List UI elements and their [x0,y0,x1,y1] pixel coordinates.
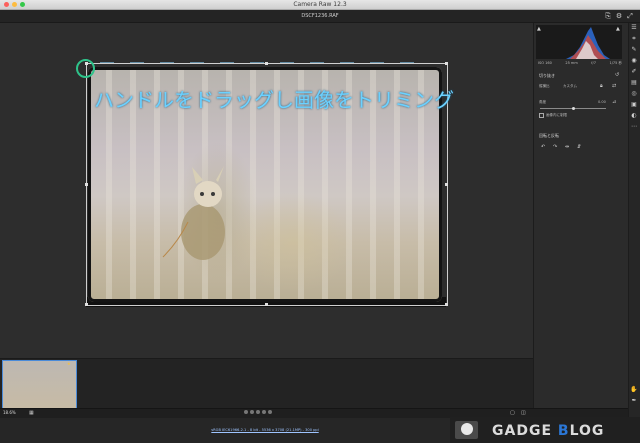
lock-icon[interactable]: 🔒︎ [600,83,603,89]
reset-crop-icon[interactable]: ↺ [615,72,619,78]
rating-star-icon: ★ [67,361,71,366]
meta-focal: 25 mm [565,61,578,65]
straighten-icon[interactable]: ⊿ [612,99,616,105]
filmstrip [0,358,533,409]
histogram [536,25,622,59]
rotate-panel-title: 回転と反転 [539,133,559,138]
crop-handle-right[interactable] [445,183,448,186]
angle-label: 角度 [539,100,546,104]
meta-aperture: f/7 [591,61,596,65]
watermark-text-end: LOG [569,423,605,439]
handle-highlight-circle [76,59,95,78]
rotate-right-icon[interactable]: ↷ [553,144,557,150]
flip-horizontal-icon[interactable]: ⇹ [565,144,569,150]
watermark-logo-dot [461,423,473,435]
compare-view-icon[interactable]: ◫ [521,410,526,416]
spot-removal-icon[interactable]: ✎ [630,46,638,54]
crop-tool-icon[interactable]: ⌗ [630,35,638,43]
crop-handle-bottom-left[interactable] [85,303,88,306]
right-panel [533,23,629,408]
watermark-text: GADGE BLOG [492,422,604,440]
crop-handle-bottom[interactable] [265,303,268,306]
aspect-select[interactable]: カスタム [563,84,577,89]
filmstrip-thumbnail[interactable] [2,360,77,409]
crop-handle-top-right[interactable] [445,62,448,65]
window-titlebar: Camera Raw 12.3 [0,0,640,10]
open-in-icon[interactable]: ⎘ [604,12,612,20]
shadow-clipping-icon[interactable]: ▲ [537,26,541,32]
filmstrip-toggle-icon[interactable]: ▦ [29,410,34,416]
rating-dot[interactable] [262,410,266,414]
settings-gear-icon[interactable]: ⚙ [615,12,623,20]
annotation-text: ハンドルをドラッグし画像をトリミング [94,88,454,112]
highlight-clipping-icon[interactable]: ▲ [616,26,620,32]
presets-icon[interactable]: ◐ [630,112,638,120]
crop-guide-line [100,62,430,63]
meta-iso: ISO 160 [538,61,552,65]
angle-value[interactable]: 0.00 [598,100,606,104]
rating-dot[interactable] [244,410,248,414]
sampler-icon[interactable]: ✒ [630,397,638,405]
adjustment-brush-icon[interactable]: ✐ [630,68,638,76]
aspect-label: 縦横比 [539,84,550,88]
hand-tool-icon[interactable]: ✋ [630,386,638,394]
snapshots-icon[interactable]: ▣ [630,101,638,109]
watermark-text-main: GADGE [492,423,558,439]
rating-dot[interactable] [250,410,254,414]
crop-panel-title: 切り抜き [539,73,555,78]
rotate-left-icon[interactable]: ↶ [541,144,545,150]
single-view-icon[interactable]: ▢ [510,410,515,416]
rating-dots[interactable] [244,410,272,414]
constrain-checkbox[interactable] [539,113,544,118]
top-toolbar: DSCF1236.RAF ⎘ ⚙ ⤢ [0,10,640,23]
flip-vertical-icon[interactable]: ⇵ [577,144,581,150]
watermark-text-accent: B [557,423,570,439]
graduated-filter-icon[interactable]: ▤ [630,79,638,87]
radial-filter-icon[interactable]: ◎ [630,90,638,98]
crop-handle-left[interactable] [85,183,88,186]
window-title: Camera Raw 12.3 [293,1,347,8]
rating-dot[interactable] [256,410,260,414]
swap-orientation-icon[interactable]: ⇄ [612,83,616,89]
zoom-level[interactable]: 18.6% [3,409,16,417]
meta-shutter: 1/75 秒 [609,61,622,65]
rating-dot[interactable] [268,410,272,414]
camera-meta: ISO 160 25 mm f/7 1/75 秒 [538,61,622,66]
angle-slider-thumb[interactable] [572,107,575,110]
edit-sliders-icon[interactable]: ☰ [630,24,638,32]
file-name: DSCF1236.RAF [301,13,339,19]
constrain-label: 画像内に制限 [546,113,567,117]
red-eye-icon[interactable]: ◉ [630,57,638,65]
fullscreen-icon[interactable]: ⤢ [626,12,634,20]
more-options-icon[interactable]: ⋯ [630,123,638,131]
crop-handle-bottom-right[interactable] [445,303,448,306]
